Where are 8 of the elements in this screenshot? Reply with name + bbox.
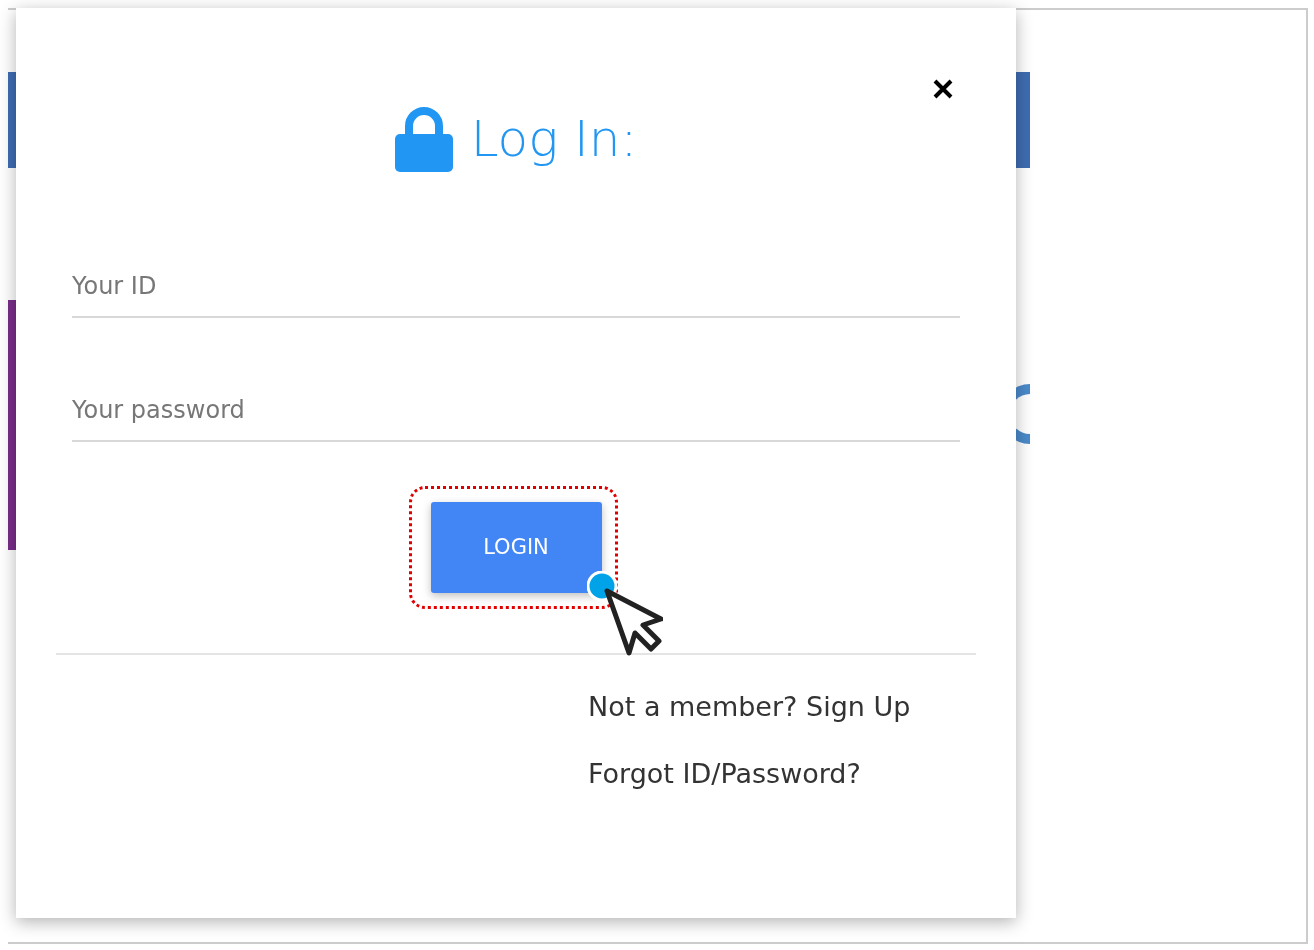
text-link[interactable]: Not a member? Sign Up (588, 693, 911, 720)
close-icon (932, 78, 954, 100)
dialog-title: Log In: (470, 114, 638, 164)
text-link[interactable]: Forgot ID/Password? (588, 760, 861, 787)
login-button[interactable]: LOGIN (430, 502, 602, 593)
input-field[interactable]: Your password (72, 380, 960, 442)
lock-icon (394, 106, 453, 172)
input-field[interactable]: Your ID (72, 256, 960, 318)
